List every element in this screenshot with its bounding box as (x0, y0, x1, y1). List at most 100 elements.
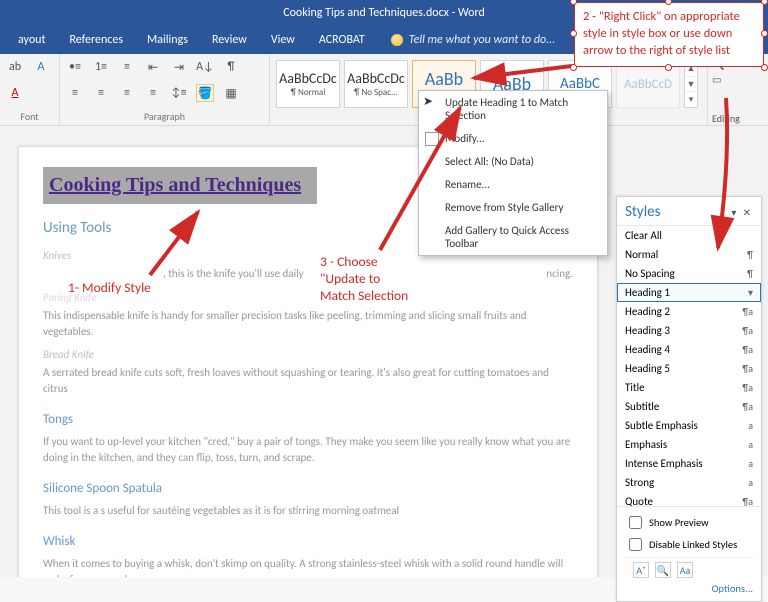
styles-pane-item[interactable]: Stronga (617, 473, 761, 492)
multilevel-list-icon[interactable]: ≡ (118, 58, 136, 76)
align-right-icon[interactable]: ≡ (118, 84, 136, 102)
tab-review[interactable]: Review (200, 26, 259, 54)
ribbon-group-paragraph-label: Paragraph (66, 110, 263, 125)
style-type-mark: ¶a (742, 362, 753, 375)
cursor-icon: ➤ (423, 94, 433, 109)
tab-acrobat[interactable]: ACROBAT (307, 26, 377, 54)
styles-pane-title: Styles (625, 203, 660, 221)
ctx-rename[interactable]: Rename... (419, 173, 607, 196)
gallery-scroll[interactable]: ▲ ▼ ▾ (684, 60, 698, 108)
dropdown-icon: ▾ (748, 286, 753, 299)
bullets-icon[interactable]: •≡ (66, 58, 84, 76)
align-center-icon[interactable]: ≡ (92, 84, 110, 102)
strikethrough-icon[interactable]: ab (6, 58, 24, 76)
style-type-mark: a (748, 457, 753, 470)
align-left-icon[interactable]: ≡ (66, 84, 84, 102)
annotation-label-1: 1- Modify Style (68, 280, 151, 297)
show-marks-icon[interactable]: ¶ (222, 58, 240, 76)
styles-pane-item-name: Heading 4 (625, 343, 670, 356)
new-style-icon[interactable]: A⁺ (633, 562, 649, 578)
doc-p-bread: A serrated bread knife cuts soft, fresh … (43, 365, 573, 397)
style-context-menu: ➤ Update Heading 1 to Match Selection Mo… (418, 90, 608, 256)
styles-pane-item-name: Intense Emphasis (625, 457, 703, 470)
gallery-more-icon[interactable]: ▾ (685, 92, 697, 107)
styles-pane-item[interactable]: Heading 2 ¶a (617, 302, 761, 321)
text-effects-icon[interactable]: A (32, 58, 50, 76)
ctx-select-all[interactable]: Select All: (No Data) (419, 150, 607, 173)
styles-pane-item-name: Heading 1 (625, 286, 670, 299)
doc-h2-spatula: Silicone Spoon Spatula (43, 480, 573, 499)
tell-me-search[interactable]: Tell me what you want to do... (377, 33, 555, 47)
styles-pane-item[interactable]: Title¶a (617, 378, 761, 397)
select-button[interactable]: ▭ (712, 73, 764, 86)
style-type-mark: ¶a (742, 495, 753, 506)
show-preview-checkbox[interactable]: Show Preview (625, 513, 753, 532)
line-spacing-icon[interactable]: ↕≡ (170, 84, 188, 102)
ctx-update-to-match[interactable]: ➤ Update Heading 1 to Match Selection (419, 91, 607, 127)
style-type-mark: ¶a (742, 343, 753, 356)
tab-view[interactable]: View (259, 26, 307, 54)
bulb-icon (391, 34, 403, 46)
styles-pane-item[interactable]: Clear All (617, 226, 761, 245)
ctx-modify[interactable]: Modify... (419, 127, 607, 150)
sort-icon[interactable]: A↓ (196, 58, 214, 76)
styles-pane-item-name: Subtle Emphasis (625, 419, 698, 432)
annotation-box-2: 2 - "Right Click" on appropriate style i… (574, 2, 764, 67)
manage-styles-icon[interactable]: Aa (677, 562, 693, 578)
window-title: Cooking Tips and Techniques.docx - Word (283, 6, 485, 20)
ribbon-group-editing-label: Editing (712, 112, 764, 125)
styles-pane: Styles ▾ ✕ Clear AllNormal¶No Spacing¶He… (616, 196, 762, 602)
styles-pane-item-name: Heading 2 (625, 305, 670, 318)
doc-p-spatula: This tool is a s useful for sautéing veg… (43, 503, 573, 519)
styles-pane-item[interactable]: Normal¶ (617, 245, 761, 264)
increase-indent-icon[interactable]: ⇥ (170, 58, 188, 76)
doc-h3-bread: Bread Knife (43, 347, 573, 363)
style-type-mark: ¶a (742, 324, 753, 337)
styles-pane-controls[interactable]: ▾ ✕ (731, 206, 753, 219)
styles-pane-list[interactable]: Clear AllNormal¶No Spacing¶Heading 1▾Hea… (617, 226, 761, 506)
decrease-indent-icon[interactable]: ⇤ (144, 58, 162, 76)
font-color-icon[interactable]: A (6, 84, 24, 102)
doc-p-tongs: If you want to up-level your kitchen "cr… (43, 434, 573, 466)
styles-pane-item[interactable]: Quote ¶a (617, 492, 761, 506)
styles-pane-item-name: Normal (625, 248, 658, 261)
style-type-mark: a (748, 419, 753, 432)
tab-mailings[interactable]: Mailings (135, 26, 200, 54)
styles-pane-item-name: Subtitle (625, 400, 659, 413)
doc-title-heading1[interactable]: Cooking Tips and Techniques (43, 167, 317, 204)
numbering-icon[interactable]: 1≡ (92, 58, 110, 76)
styles-pane-item[interactable]: Intense Emphasis a (617, 454, 761, 473)
doc-h2-tongs: Tongs (43, 411, 573, 430)
styles-pane-item[interactable]: Subtitle¶a (617, 397, 761, 416)
styles-pane-item[interactable]: Heading 3¶a (617, 321, 761, 340)
styles-options-link[interactable]: Options... (712, 582, 753, 595)
styles-pane-item[interactable]: Heading 5 ¶a (617, 359, 761, 378)
style-tile-normal[interactable]: AaBbCcDc ¶ Normal (276, 60, 340, 108)
styles-pane-item[interactable]: Heading 4 ¶a (617, 340, 761, 359)
styles-pane-item-name: Quote (625, 495, 653, 506)
style-tile-no-spacing[interactable]: AaBbCcDc ¶ No Spac... (344, 60, 408, 108)
styles-pane-item[interactable]: No Spacing¶ (617, 264, 761, 283)
annotation-label-3: 3 - Choose "Update to Match Selection (320, 254, 440, 305)
styles-pane-item[interactable]: Emphasisa (617, 435, 761, 454)
disable-linked-checkbox[interactable]: Disable Linked Styles (625, 535, 753, 554)
shading-icon[interactable]: 🪣 (196, 84, 214, 102)
styles-pane-item-name: Heading 5 (625, 362, 670, 375)
doc-p-whisk: When it comes to buying a whisk, don't s… (43, 556, 573, 577)
ctx-add-qat[interactable]: Add Gallery to Quick Access Toolbar (419, 219, 607, 255)
style-inspector-icon[interactable]: 🔍 (655, 562, 671, 578)
tab-layout[interactable]: ayout (6, 26, 57, 54)
styles-pane-item[interactable]: Heading 1 ▾ (617, 283, 761, 302)
ctx-remove-gallery[interactable]: Remove from Style Gallery (419, 196, 607, 219)
styles-pane-item[interactable]: Subtle Emphasis a (617, 416, 761, 435)
styles-pane-item-name: Clear All (625, 229, 662, 242)
tab-references[interactable]: References (57, 26, 135, 54)
ribbon-group-font: ab A A Font (0, 54, 60, 125)
borders-icon[interactable]: ▦ (222, 84, 240, 102)
gallery-down-icon[interactable]: ▼ (685, 77, 697, 93)
style-type-mark: a (748, 476, 753, 489)
style-type-mark: ¶a (742, 305, 753, 318)
styles-pane-item-name: No Spacing (625, 267, 675, 280)
justify-icon[interactable]: ≡ (144, 84, 162, 102)
styles-pane-icons: A⁺ 🔍 Aa (625, 557, 753, 582)
